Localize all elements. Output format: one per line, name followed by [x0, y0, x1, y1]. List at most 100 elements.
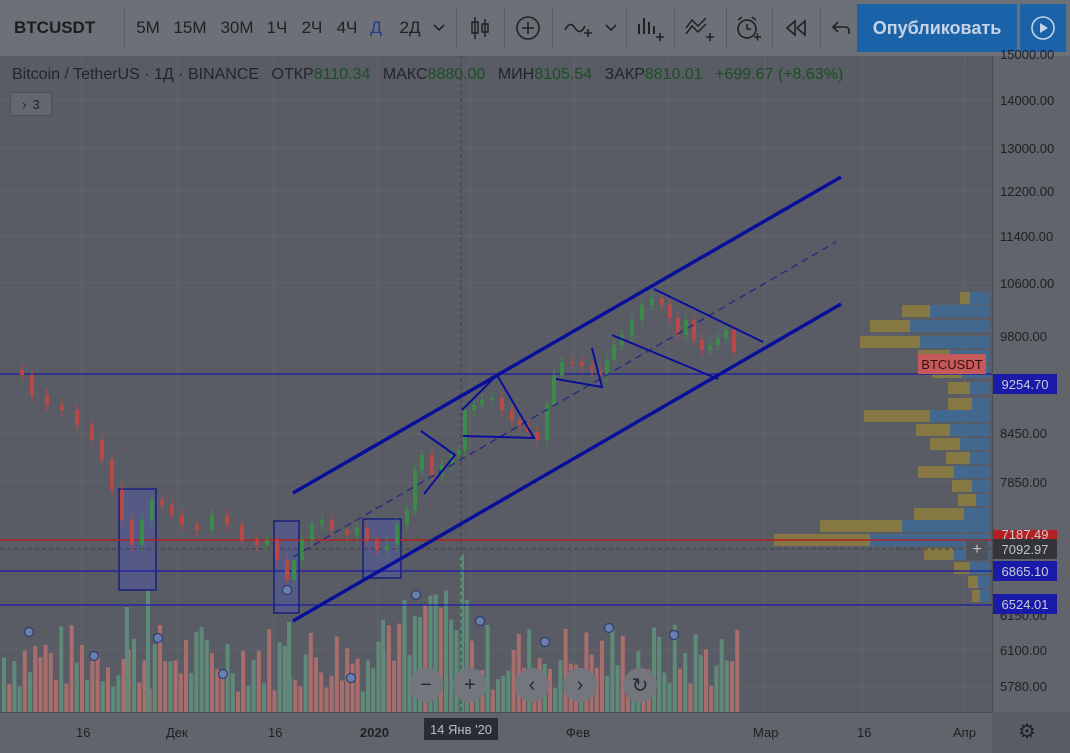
candle-body [724, 330, 728, 338]
volume-profile-bar [948, 382, 970, 394]
close-value: 8810.01 [644, 66, 703, 83]
price-tick: 13000.00 [1000, 141, 1055, 156]
volume-bar [178, 673, 183, 712]
indicators-icon[interactable] [558, 0, 598, 56]
candle-body [612, 345, 616, 360]
divider [674, 8, 675, 48]
divider [626, 8, 627, 48]
indicators-toggle[interactable]: › 3 [10, 92, 52, 116]
timeframe-2h[interactable]: 2Ч [296, 0, 328, 56]
volume-bar [350, 663, 355, 712]
candle-body [700, 340, 704, 350]
candle-body [30, 375, 34, 395]
volume-profile-bar [920, 336, 990, 348]
volume-bar [402, 599, 407, 712]
timeframe-2d[interactable]: 2Д [394, 0, 426, 56]
close-label: ЗАКР [604, 66, 645, 83]
time-tick: 2020 [360, 725, 389, 740]
volume-bar [730, 661, 734, 712]
top-toolbar: BTCUSDT 5М 15М 30М 1Ч 2Ч 4Ч Д 2Д Опублик… [0, 0, 1070, 57]
volume-bar [267, 629, 272, 712]
replay-icon[interactable] [776, 0, 816, 56]
candle-body [292, 560, 296, 580]
volume-profile-bar [970, 562, 990, 574]
alert-clock-icon[interactable] [730, 0, 766, 56]
volume-bar [272, 690, 277, 712]
zoom-out-button[interactable]: − [409, 668, 443, 702]
high-value: 8880.00 [427, 66, 486, 83]
volume-profile-bar [970, 452, 990, 464]
volume-bar [371, 668, 376, 712]
volume-bar [490, 689, 495, 712]
candles-icon[interactable] [462, 0, 498, 56]
gear-icon[interactable]: ⚙ [1012, 716, 1042, 746]
volume-bar [17, 686, 22, 712]
price-chart[interactable] [0, 56, 992, 712]
plus-circle-icon[interactable] [510, 0, 546, 56]
crosshair-add-icon[interactable]: + [966, 540, 988, 560]
symbol-search[interactable]: BTCUSDT [0, 0, 124, 56]
scroll-right-button[interactable]: › [563, 668, 597, 702]
price-tick: 14000.00 [1000, 93, 1055, 108]
timeframe-5m[interactable]: 5М [132, 0, 164, 56]
volume-profile-bar [918, 466, 954, 478]
candle-body [345, 530, 349, 535]
candle-body [405, 510, 409, 525]
volume-bar [620, 635, 625, 712]
publish-button[interactable]: Опубликовать [857, 4, 1017, 52]
timeframe-d[interactable]: Д [364, 0, 388, 56]
reset-chart-button[interactable]: ↻ [623, 668, 657, 702]
volume-profile-bar [950, 424, 990, 436]
channel-upper-line [292, 175, 842, 495]
play-button[interactable] [1020, 4, 1066, 52]
candle-body [500, 398, 504, 410]
volume-bar [724, 660, 729, 712]
bar-chart-plus-icon[interactable] [630, 0, 670, 56]
volume-bar [688, 683, 693, 712]
chevron-down-icon[interactable] [428, 0, 450, 56]
time-tick: 16 [76, 725, 91, 740]
volume-bar [340, 680, 344, 712]
volume-bar [225, 643, 230, 712]
zoom-in-button[interactable]: + [453, 668, 487, 702]
timeframe-30m[interactable]: 30М [216, 0, 258, 56]
candle-body [120, 490, 124, 520]
volume-bar [324, 687, 329, 712]
volume-bar [485, 624, 490, 712]
volume-profile-bar [820, 520, 902, 532]
scroll-left-button[interactable]: ‹ [515, 668, 549, 702]
volume-bar [496, 679, 500, 712]
volume-bar [548, 668, 552, 712]
volume-bar [704, 649, 708, 712]
candle-body [480, 400, 484, 405]
volume-profile-bar [972, 398, 990, 410]
level-label-6865: 6865.10 [993, 561, 1057, 581]
candle-body [605, 360, 609, 375]
volume-bar [163, 661, 168, 712]
event-marker [603, 622, 615, 634]
volume-bar [168, 661, 173, 712]
candle-body [130, 520, 134, 545]
volume-bar [308, 632, 313, 712]
volume-profile-bar [960, 438, 990, 450]
volume-bar [90, 660, 95, 712]
candle-body [420, 455, 424, 470]
candle-body [45, 395, 49, 405]
volume-bar [303, 654, 308, 712]
event-marker [152, 632, 164, 644]
volume-profile-bar [960, 292, 970, 304]
candle-body [320, 520, 324, 525]
volume-bar [314, 657, 318, 712]
event-marker [281, 584, 293, 596]
timeframe-4h[interactable]: 4Ч [332, 0, 362, 56]
candle-body [413, 470, 417, 510]
channel-mid-line [292, 241, 837, 558]
undo-icon[interactable] [824, 0, 858, 56]
symbol-price-label: BTCUSDT [918, 354, 986, 374]
crosshair-time-label: 14 Янв '20 [424, 718, 498, 740]
compare-icon[interactable] [678, 0, 722, 56]
timeframe-1h[interactable]: 1Ч [262, 0, 292, 56]
chevron-down-icon[interactable] [600, 0, 622, 56]
volume-profile-bar [902, 520, 990, 532]
timeframe-15m[interactable]: 15М [170, 0, 210, 56]
